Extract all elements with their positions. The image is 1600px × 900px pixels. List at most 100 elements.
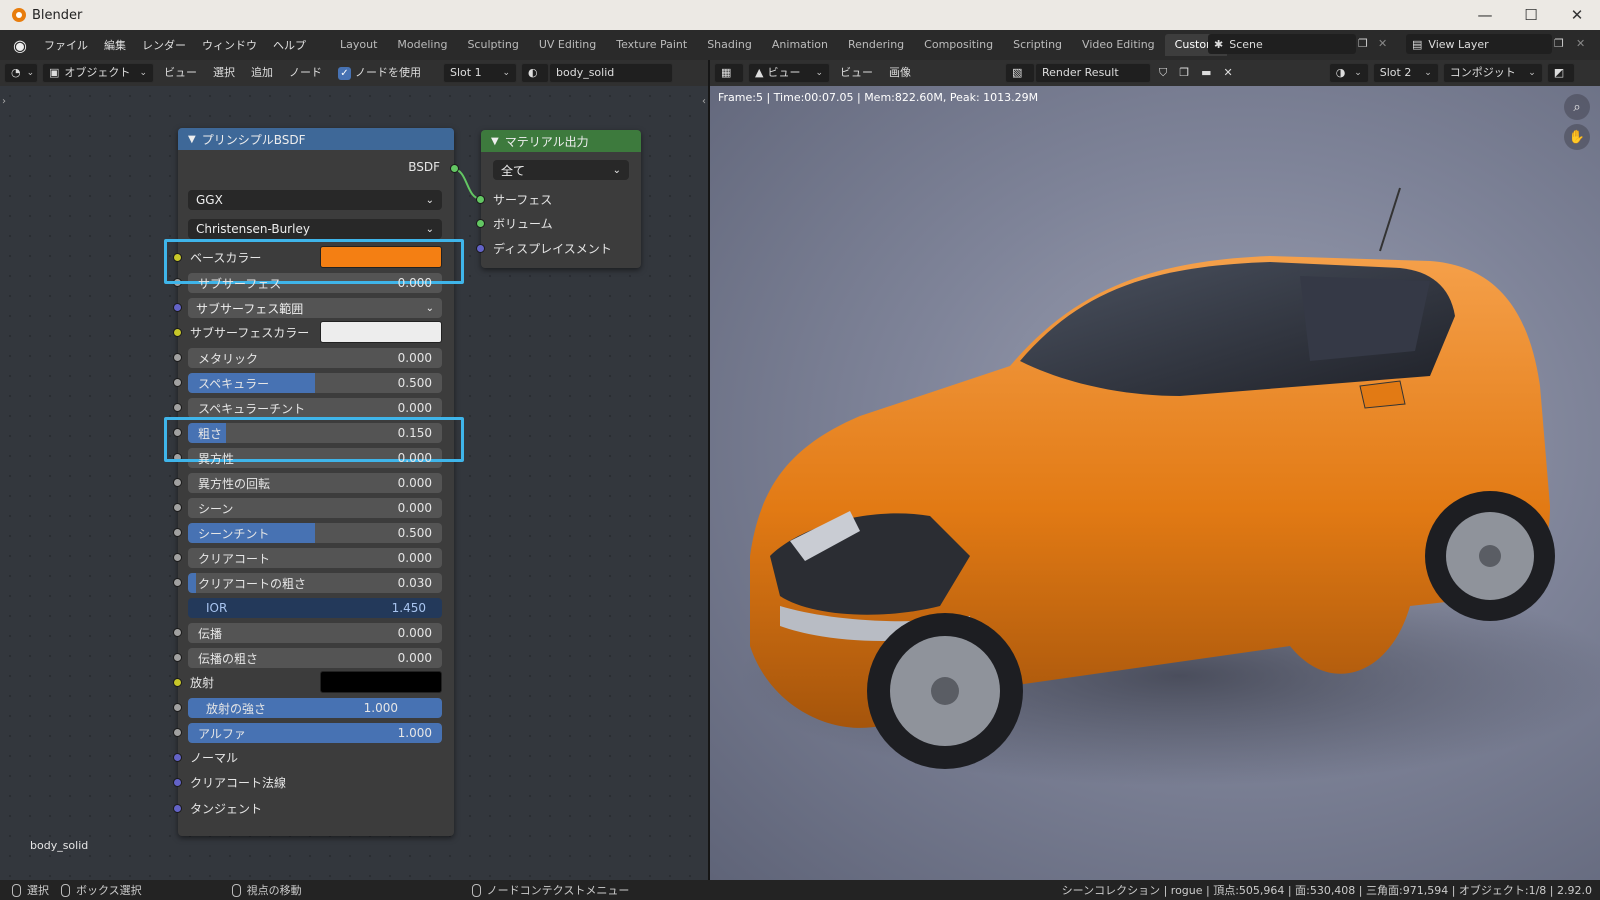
subsurface-color-swatch[interactable] <box>320 321 442 343</box>
specular-field[interactable]: スペキュラー 0.500 <box>188 373 442 393</box>
minimize-button[interactable]: — <box>1462 0 1508 30</box>
volume-socket[interactable] <box>476 219 485 228</box>
display-channels-dropdown[interactable]: ◑ ⌄ <box>1328 63 1369 83</box>
slot-dropdown[interactable]: Slot 1 ⌄ <box>443 63 517 83</box>
alpha-field[interactable]: アルファ 1.000 <box>188 723 442 743</box>
transmission-roughness-field[interactable]: 伝播の粗さ 0.000 <box>188 648 442 668</box>
tab-uv-editing[interactable]: UV Editing <box>529 34 606 56</box>
tab-shading[interactable]: Shading <box>697 34 762 56</box>
collapse-chevron-icon[interactable]: ▼ <box>188 134 196 145</box>
image-editor-type-button[interactable]: ▦ <box>714 63 744 83</box>
bsdf-output-socket[interactable] <box>450 164 459 173</box>
alpha-socket[interactable] <box>173 728 182 737</box>
unlink-image-icon[interactable]: ✕ <box>1218 63 1239 83</box>
collapse-chevron-icon[interactable]: ▼ <box>491 136 499 147</box>
menu-node[interactable]: ノード <box>283 63 328 83</box>
tab-modeling[interactable]: Modeling <box>387 34 457 56</box>
emission-socket[interactable] <box>173 678 182 687</box>
principled-bsdf-node[interactable]: ▼ プリンシプルBSDF BSDF GGX ⌄ Christensen-Burley… <box>173 128 459 836</box>
node-editor-canvas[interactable]: › ‹ ▼ プリンシプルBSDF BSDF GGX ⌄ Christensen-Bu… <box>0 86 708 880</box>
emission-strength-socket[interactable] <box>173 703 182 712</box>
image-name-field[interactable]: Render Result <box>1035 63 1151 83</box>
tab-texture-paint[interactable]: Texture Paint <box>606 34 697 56</box>
close-button[interactable]: ✕ <box>1554 0 1600 30</box>
anisotropic-rotation-socket[interactable] <box>173 478 182 487</box>
remove-view-layer-icon[interactable]: ✕ <box>1576 37 1585 50</box>
emission-strength-field[interactable]: 放射の強さ 1.000 <box>188 698 442 718</box>
mode-dropdown[interactable]: ▣ オブジェクト ⌄ <box>42 63 154 83</box>
ior-field[interactable]: IOR 1.450 <box>188 598 442 618</box>
render-slot-dropdown[interactable]: Slot 2 ⌄ <box>1372 63 1439 83</box>
specular-tint-field[interactable]: スペキュラーチント 0.000 <box>188 398 442 418</box>
subsurface-method-dropdown[interactable]: Christensen-Burley ⌄ <box>188 219 442 239</box>
checkbox-checked-icon[interactable]: ✓ <box>338 66 351 80</box>
menu-file[interactable]: ファイル <box>36 37 96 53</box>
use-nodes-toggle[interactable]: ✓ ノードを使用 <box>332 63 427 83</box>
new-image-icon[interactable]: ❐ <box>1173 63 1195 83</box>
normal-socket[interactable] <box>173 753 182 762</box>
render-result-viewport[interactable]: Frame:5 | Time:00:07.05 | Mem:822.60M, P… <box>710 86 1600 880</box>
bsdf-node-header[interactable]: ▼ プリンシプルBSDF <box>178 128 454 150</box>
subsurface-radius-dropdown[interactable]: サブサーフェス範囲 ⌄ <box>188 298 442 318</box>
remove-scene-icon[interactable]: ✕ <box>1378 37 1387 50</box>
maximize-button[interactable]: ☐ <box>1508 0 1554 30</box>
image-browse-button[interactable]: ▧ <box>1005 63 1035 83</box>
tab-rendering[interactable]: Rendering <box>838 34 914 56</box>
tab-layout[interactable]: Layout <box>330 34 387 56</box>
metallic-socket[interactable] <box>173 353 182 362</box>
distribution-dropdown[interactable]: GGX ⌄ <box>188 190 442 210</box>
scene-selector[interactable]: ✱ Scene <box>1208 34 1356 54</box>
clearcoat-roughness-socket[interactable] <box>173 578 182 587</box>
view-layer-selector[interactable]: ▤ View Layer <box>1406 34 1552 54</box>
blender-menu-icon[interactable]: ◉ <box>10 35 30 55</box>
transmission-roughness-socket[interactable] <box>173 653 182 662</box>
transmission-field[interactable]: 伝播 0.000 <box>188 623 442 643</box>
clearcoat-normal-socket[interactable] <box>173 778 182 787</box>
emission-color-swatch[interactable] <box>320 671 442 693</box>
open-image-icon[interactable]: ▬ <box>1195 63 1217 83</box>
clearcoat-roughness-field[interactable]: クリアコートの粗さ 0.030 <box>188 573 442 593</box>
output-node-header[interactable]: ▼ マテリアル出力 <box>481 130 641 152</box>
new-view-layer-icon[interactable]: ❐ <box>1554 37 1564 50</box>
image-menu-image[interactable]: 画像 <box>883 63 917 83</box>
sheen-field[interactable]: シーン 0.000 <box>188 498 442 518</box>
output-target-dropdown[interactable]: 全て ⌄ <box>493 160 629 180</box>
image-menu-view[interactable]: ビュー <box>834 63 879 83</box>
fake-user-icon[interactable]: ⛉ <box>1153 63 1173 83</box>
sheen-socket[interactable] <box>173 503 182 512</box>
tab-sculpting[interactable]: Sculpting <box>457 34 528 56</box>
anisotropic-rotation-field[interactable]: 異方性の回転 0.000 <box>188 473 442 493</box>
menu-add[interactable]: 追加 <box>245 63 279 83</box>
transmission-socket[interactable] <box>173 628 182 637</box>
editor-type-button[interactable]: ◔ ⌄ <box>4 63 38 83</box>
render-pass-dropdown[interactable]: コンポジット ⌄ <box>1442 63 1543 83</box>
menu-select[interactable]: 選択 <box>207 63 241 83</box>
material-browse-button[interactable]: ◐ <box>521 63 549 83</box>
menu-view[interactable]: ビュー <box>158 63 203 83</box>
menu-render[interactable]: レンダー <box>134 37 194 53</box>
tangent-socket[interactable] <box>173 804 182 813</box>
surface-socket[interactable] <box>476 195 485 204</box>
displacement-socket[interactable] <box>476 244 485 253</box>
tab-video-editing[interactable]: Video Editing <box>1072 34 1165 56</box>
tab-animation[interactable]: Animation <box>762 34 838 56</box>
menu-window[interactable]: ウィンドウ <box>194 37 265 53</box>
material-output-node[interactable]: ▼ マテリアル出力 全て ⌄ サーフェス ボリューム ディスプレイスメント <box>476 130 641 268</box>
tab-scripting[interactable]: Scripting <box>1003 34 1072 56</box>
specular-socket[interactable] <box>173 378 182 387</box>
clearcoat-socket[interactable] <box>173 553 182 562</box>
scopes-button[interactable]: ◩ <box>1546 63 1575 83</box>
sheen-tint-field[interactable]: シーンチント 0.500 <box>188 523 442 543</box>
menu-edit[interactable]: 編集 <box>96 37 134 53</box>
tab-compositing[interactable]: Compositing <box>914 34 1003 56</box>
sheen-tint-socket[interactable] <box>173 528 182 537</box>
new-scene-icon[interactable]: ❐ <box>1358 37 1368 50</box>
material-name-field[interactable]: body_solid <box>549 63 673 83</box>
specular-tint-socket[interactable] <box>173 403 182 412</box>
metallic-field[interactable]: メタリック 0.000 <box>188 348 442 368</box>
subsurface-color-socket[interactable] <box>173 328 182 337</box>
menu-help[interactable]: ヘルプ <box>265 37 314 53</box>
clearcoat-field[interactable]: クリアコート 0.000 <box>188 548 442 568</box>
view-mode-dropdown[interactable]: ▲ ビュー ⌄ <box>748 63 830 83</box>
subsurface-radius-socket[interactable] <box>173 303 182 312</box>
